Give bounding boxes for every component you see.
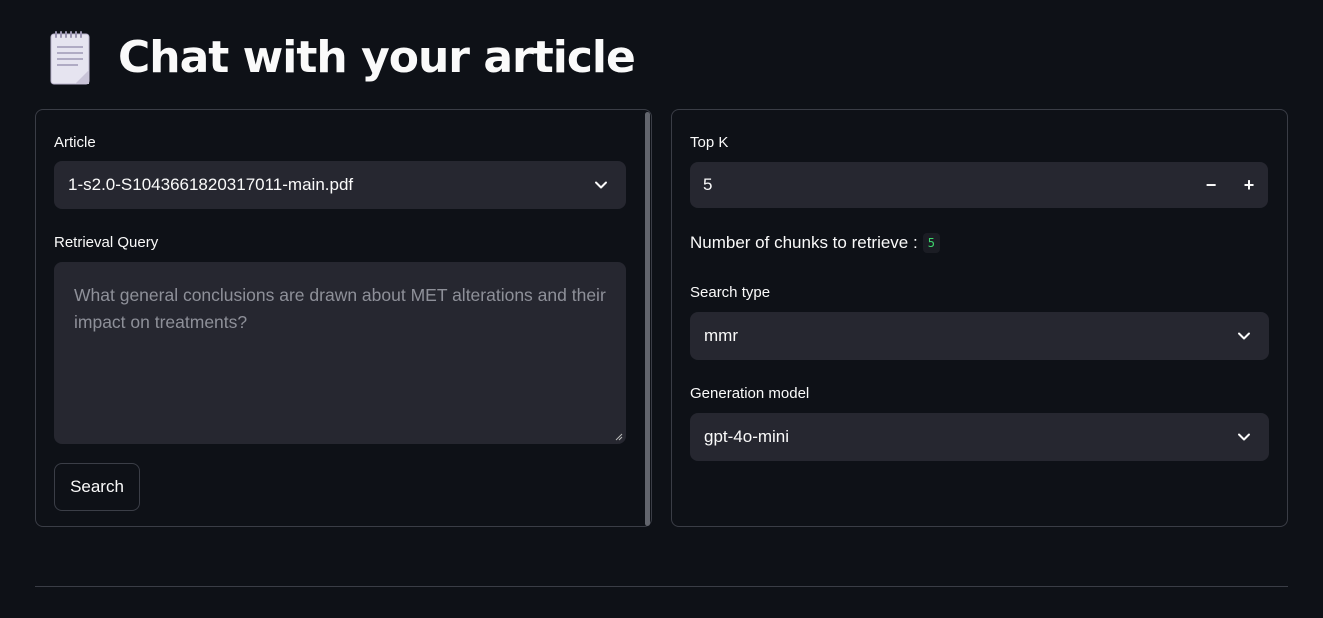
topk-number-input[interactable]: 5 − + <box>690 162 1268 208</box>
notepad-icon <box>50 31 90 85</box>
query-textarea[interactable]: What general conclusions are drawn about… <box>54 262 626 444</box>
search-button[interactable]: Search <box>54 463 140 511</box>
decrement-button[interactable]: − <box>1192 162 1230 208</box>
topk-label: Top K <box>690 134 729 151</box>
topk-value: 5 <box>703 175 713 194</box>
chunks-value-badge: 5 <box>922 233 940 253</box>
bottom-divider <box>35 586 1288 587</box>
article-select-value: 1-s2.0-S1043661820317011-main.pdf <box>68 175 354 194</box>
model-label: Generation model <box>690 385 810 402</box>
model-select[interactable]: gpt-4o-mini <box>690 413 1269 461</box>
chevron-down-icon <box>1238 332 1250 340</box>
article-panel: Article 1-s2.0-S1043661820317011-main.pd… <box>35 109 652 527</box>
app-page: Chat with your article Article 1-s2.0-S1… <box>0 0 1323 618</box>
resize-handle-icon[interactable] <box>615 433 623 441</box>
chunks-text: Number of chunks to retrieve : <box>690 233 918 252</box>
settings-panel: Top K 5 − + Number of chunks to retrieve… <box>671 109 1288 527</box>
article-select[interactable]: 1-s2.0-S1043661820317011-main.pdf <box>54 161 626 209</box>
article-label: Article <box>54 134 96 151</box>
chevron-down-icon <box>595 181 607 189</box>
chevron-down-icon <box>1238 433 1250 441</box>
panel-scrollbar[interactable] <box>645 112 650 526</box>
search-type-value: mmr <box>704 326 738 345</box>
search-type-select[interactable]: mmr <box>690 312 1269 360</box>
search-type-label: Search type <box>690 284 771 301</box>
header: Chat with your article <box>48 26 636 90</box>
query-label: Retrieval Query <box>54 234 159 251</box>
page-title: Chat with your article <box>118 32 636 83</box>
chunks-info: Number of chunks to retrieve : 5 <box>690 233 940 253</box>
model-value: gpt-4o-mini <box>704 427 790 446</box>
query-placeholder: What general conclusions are drawn about… <box>74 285 606 332</box>
increment-button[interactable]: + <box>1230 162 1268 208</box>
